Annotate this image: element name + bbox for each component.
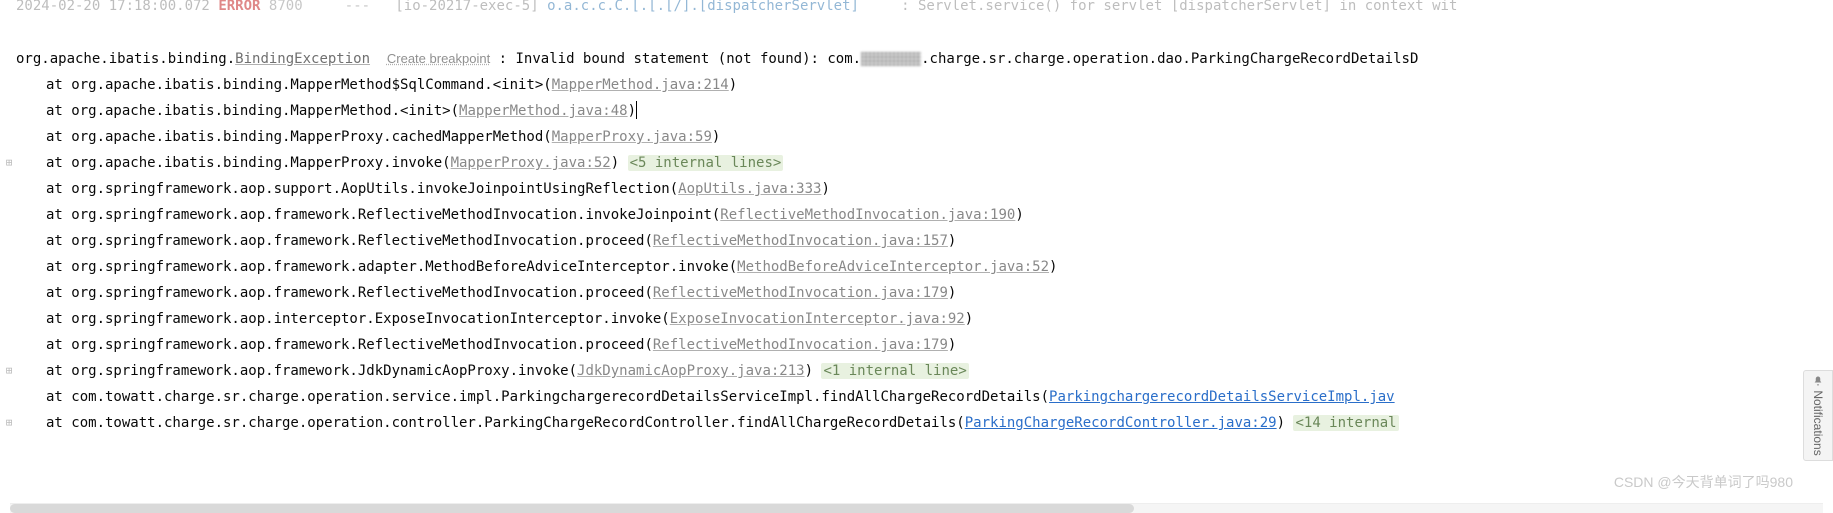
frame-suffix: ) bbox=[948, 285, 956, 301]
frame-suffix: ) bbox=[628, 103, 636, 119]
source-link[interactable]: MapperProxy.java:59 bbox=[552, 129, 712, 145]
notifications-label: Notifications bbox=[1811, 390, 1825, 455]
source-link[interactable]: ReflectiveMethodInvocation.java:190 bbox=[720, 207, 1015, 223]
frame-text: at org.apache.ibatis.binding.MapperProxy… bbox=[46, 129, 552, 145]
source-link[interactable]: ExposeInvocationInterceptor.java:92 bbox=[670, 311, 965, 327]
stack-frame: at org.apache.ibatis.binding.MapperProxy… bbox=[16, 150, 1833, 176]
stack-frame: at com.towatt.charge.sr.charge.operation… bbox=[16, 410, 1833, 436]
stack-frame: at org.apache.ibatis.binding.MapperMetho… bbox=[16, 98, 1833, 124]
log-level: ERROR bbox=[218, 0, 260, 14]
bell-icon bbox=[1812, 375, 1824, 387]
stack-frame: at org.springframework.aop.framework.Ref… bbox=[16, 280, 1833, 306]
text-caret bbox=[636, 101, 637, 119]
stack-frame: at org.springframework.aop.framework.Jdk… bbox=[16, 358, 1833, 384]
log-logger: o.a.c.c.C.[.[.[/].[dispatcherServlet] bbox=[547, 0, 859, 14]
frame-suffix: ) bbox=[1277, 415, 1294, 431]
frame-text: at com.towatt.charge.sr.charge.operation… bbox=[46, 389, 1049, 405]
notifications-tab[interactable]: Notifications bbox=[1803, 370, 1833, 461]
log-message: : Servlet.service() for servlet [dispatc… bbox=[901, 0, 1457, 14]
console-output[interactable]: 2024-02-20 17:18:00.072 ERROR 8700 --- [… bbox=[0, 0, 1833, 513]
frame-text: at org.springframework.aop.framework.Ref… bbox=[46, 233, 653, 249]
scrollbar-thumb[interactable] bbox=[10, 504, 1134, 513]
frame-suffix: ) bbox=[948, 233, 956, 249]
create-breakpoint-link[interactable]: Create breakpoint bbox=[387, 51, 490, 66]
stack-frame: at org.springframework.aop.framework.Ref… bbox=[16, 228, 1833, 254]
exception-msg-head: : Invalid bound statement (not found): c… bbox=[490, 51, 861, 67]
expand-fold-icon[interactable] bbox=[2, 150, 16, 176]
frame-text: at org.springframework.aop.framework.Ref… bbox=[46, 337, 653, 353]
source-link[interactable]: ParkingChargeRecordController.java:29 bbox=[965, 415, 1277, 431]
frame-text: at org.springframework.aop.interceptor.E… bbox=[46, 311, 670, 327]
source-link[interactable]: MethodBeforeAdviceInterceptor.java:52 bbox=[737, 259, 1049, 275]
log-code: 8700 bbox=[269, 0, 303, 14]
frame-text: at org.springframework.aop.framework.Ref… bbox=[46, 285, 653, 301]
frame-text: at org.springframework.aop.framework.ada… bbox=[46, 259, 737, 275]
frame-suffix: ) bbox=[712, 129, 720, 145]
frame-suffix: ) bbox=[948, 337, 956, 353]
source-link[interactable]: ReflectiveMethodInvocation.java:179 bbox=[653, 285, 948, 301]
stack-frame: at org.springframework.aop.framework.ada… bbox=[16, 254, 1833, 280]
log-timestamp: 2024-02-20 17:18:00.072 bbox=[16, 0, 210, 14]
frame-suffix: ) bbox=[1015, 207, 1023, 223]
stack-frame: at org.springframework.aop.framework.Ref… bbox=[16, 332, 1833, 358]
source-link[interactable]: ParkingchargerecordDetailsServiceImpl.ja… bbox=[1049, 389, 1395, 405]
frame-text: at org.apache.ibatis.binding.MapperMetho… bbox=[46, 103, 459, 119]
frame-suffix: ) bbox=[821, 181, 829, 197]
stack-frame: at org.apache.ibatis.binding.MapperMetho… bbox=[16, 72, 1833, 98]
frame-text: at org.apache.ibatis.binding.MapperMetho… bbox=[46, 77, 552, 93]
source-link[interactable]: AopUtils.java:333 bbox=[678, 181, 821, 197]
horizontal-scrollbar[interactable] bbox=[10, 503, 1823, 513]
exception-line: org.apache.ibatis.binding.BindingExcepti… bbox=[16, 46, 1833, 72]
frame-suffix: ) bbox=[805, 363, 822, 379]
stack-frame: at org.apache.ibatis.binding.MapperProxy… bbox=[16, 124, 1833, 150]
stack-frame: at org.springframework.aop.framework.Ref… bbox=[16, 202, 1833, 228]
log-header-line: 2024-02-20 17:18:00.072 ERROR 8700 --- [… bbox=[16, 0, 1833, 19]
frame-text: at com.towatt.charge.sr.charge.operation… bbox=[46, 415, 965, 431]
exception-class-link[interactable]: BindingException bbox=[235, 51, 370, 67]
exception-msg-tail: .charge.sr.charge.operation.dao.ParkingC… bbox=[921, 51, 1418, 67]
source-link[interactable]: JdkDynamicAopProxy.java:213 bbox=[577, 363, 805, 379]
frame-suffix: ) bbox=[965, 311, 973, 327]
log-thread: [io-20217-exec-5] bbox=[395, 0, 538, 14]
frame-text: at org.springframework.aop.framework.Ref… bbox=[46, 207, 720, 223]
frame-suffix: ) bbox=[729, 77, 737, 93]
folded-lines-badge[interactable]: <5 internal lines> bbox=[628, 155, 784, 171]
frame-text: at org.springframework.aop.support.AopUt… bbox=[46, 181, 678, 197]
frame-suffix: ) bbox=[1049, 259, 1057, 275]
stack-trace: at org.apache.ibatis.binding.MapperMetho… bbox=[16, 72, 1833, 436]
frame-text: at org.springframework.aop.framework.Jdk… bbox=[46, 363, 577, 379]
folded-lines-badge[interactable]: <14 internal bbox=[1293, 415, 1398, 431]
expand-fold-icon[interactable] bbox=[2, 410, 16, 436]
source-link[interactable]: ReflectiveMethodInvocation.java:157 bbox=[653, 233, 948, 249]
expand-fold-icon[interactable] bbox=[2, 358, 16, 384]
source-link[interactable]: MapperProxy.java:52 bbox=[451, 155, 611, 171]
stack-frame: at com.towatt.charge.sr.charge.operation… bbox=[16, 384, 1833, 410]
source-link[interactable]: MapperMethod.java:48 bbox=[459, 103, 628, 119]
redacted-segment bbox=[861, 52, 921, 66]
stack-frame: at org.springframework.aop.support.AopUt… bbox=[16, 176, 1833, 202]
stack-frame: at org.springframework.aop.interceptor.E… bbox=[16, 306, 1833, 332]
frame-text: at org.apache.ibatis.binding.MapperProxy… bbox=[46, 155, 451, 171]
exception-pkg: org.apache.ibatis.binding. bbox=[16, 51, 235, 67]
source-link[interactable]: MapperMethod.java:214 bbox=[552, 77, 729, 93]
folded-lines-badge[interactable]: <1 internal line> bbox=[821, 363, 968, 379]
frame-suffix: ) bbox=[611, 155, 628, 171]
source-link[interactable]: ReflectiveMethodInvocation.java:179 bbox=[653, 337, 948, 353]
